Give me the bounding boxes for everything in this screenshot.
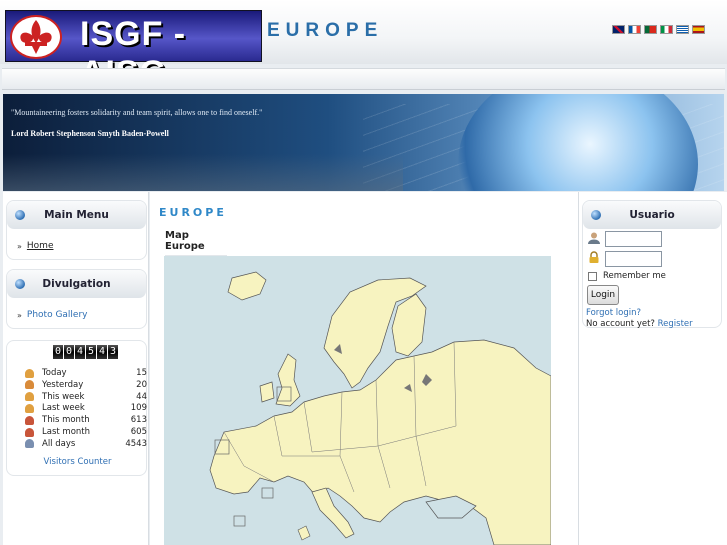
double-chevron-icon: »: [17, 241, 22, 251]
visitor-icon: [25, 439, 34, 449]
page: ISGF - AISG EUROPE "Mountaineering foste…: [0, 0, 727, 545]
europe-map[interactable]: [164, 256, 551, 545]
counter-label: Today: [42, 368, 67, 378]
remember-me-label: Remember me: [603, 271, 666, 281]
counter-digit: 4: [75, 345, 85, 359]
site-title: EUROPE: [267, 20, 384, 41]
divulgation-module: Divulgation » Photo Gallery: [6, 269, 147, 329]
bullet-ball-icon: [15, 279, 25, 289]
counter-label: Last week: [42, 403, 85, 414]
bullet-ball-icon: [591, 210, 601, 220]
user-icon: [588, 232, 600, 244]
visitor-icon: [25, 403, 34, 413]
bullet-ball-icon: [15, 210, 25, 220]
counter-row: This month 613: [25, 414, 147, 426]
counter-digit: 0: [64, 345, 74, 359]
left-sidebar: Main Menu » Home Divulgation » Photo Gal…: [3, 192, 149, 545]
remember-me[interactable]: Remember me: [588, 271, 666, 281]
menu-item-photo-gallery[interactable]: » Photo Gallery: [17, 310, 146, 320]
counter-row: Last month 605: [25, 426, 147, 438]
login-module: Usuario Remember me Login Forgot login? …: [582, 200, 722, 329]
counter-value: 109: [130, 403, 147, 414]
header: ISGF - AISG EUROPE: [0, 0, 727, 92]
counter-value: 44: [136, 391, 147, 402]
visitors-counter-module: 004543 Today 15 Yesterday 20 This week 44 Last…: [6, 340, 147, 476]
visitor-icon: [25, 415, 34, 425]
visitor-icon: [25, 380, 34, 390]
forgot-login-link[interactable]: Forgot login?: [586, 308, 641, 318]
login-title: Usuario: [629, 209, 675, 221]
no-account-text: No account yet?: [586, 319, 655, 329]
map-title: Map Europe: [165, 230, 227, 258]
page-title: EUROPE: [159, 206, 227, 219]
flag-es-icon[interactable]: [692, 25, 705, 34]
divulgation-title: Divulgation: [42, 278, 111, 290]
photo-gallery-link[interactable]: Photo Gallery: [27, 310, 88, 320]
counter-display: 004543: [53, 345, 118, 359]
flag-gr-icon[interactable]: [676, 25, 689, 34]
globe-image: [458, 94, 698, 191]
counter-label: All days: [42, 438, 76, 449]
home-link[interactable]: Home: [27, 241, 54, 251]
banner-quote: "Mountaineering fosters solidarity and t…: [11, 108, 263, 117]
counter-row: Last week 109: [25, 402, 147, 414]
counter-value: 20: [136, 379, 147, 390]
fleur-de-lis-logo-icon: [10, 15, 62, 59]
counter-label: Last month: [42, 427, 90, 437]
top-menu-bar: [2, 68, 725, 90]
counter-label: This month: [42, 415, 90, 426]
flag-pt-icon[interactable]: [644, 25, 657, 34]
counter-label: Yesterday: [42, 379, 84, 390]
menu-item-home[interactable]: » Home: [17, 241, 146, 251]
lock-icon: [588, 251, 600, 263]
counter-digit: 3: [108, 345, 118, 359]
europe-map-image: [164, 256, 551, 545]
counter-label: This week: [42, 391, 85, 402]
counter-row: All days 4543: [25, 438, 147, 450]
double-chevron-icon: »: [17, 310, 22, 320]
counter-digit: 4: [97, 345, 107, 359]
visitor-icon: [25, 427, 34, 437]
no-account-line: No account yet? Register: [586, 319, 693, 329]
counter-value: 613: [130, 415, 147, 426]
divulgation-header: Divulgation: [7, 270, 146, 298]
login-button[interactable]: Login: [587, 285, 619, 305]
counter-row: Yesterday 20: [25, 379, 147, 391]
counter-digit: 5: [86, 345, 96, 359]
flag-uk-icon[interactable]: [612, 25, 625, 34]
flag-fr-icon[interactable]: [628, 25, 641, 34]
main-menu-title: Main Menu: [44, 209, 109, 221]
language-selector: [612, 25, 705, 34]
logo[interactable]: ISGF - AISG: [5, 10, 262, 92]
counter-digit: 0: [53, 345, 63, 359]
main-content: EUROPE Map Europe: [150, 192, 578, 545]
counter-value: 4543: [125, 438, 147, 449]
counter-row: This week 44: [25, 391, 147, 403]
password-input[interactable]: [605, 251, 662, 267]
visitor-icon: [25, 368, 34, 378]
counter-row: Today 15: [25, 367, 147, 379]
username-input[interactable]: [605, 231, 662, 247]
remember-me-checkbox[interactable]: [588, 271, 597, 281]
counter-value: 15: [136, 368, 147, 378]
right-sidebar: Usuario Remember me Login Forgot login? …: [578, 192, 727, 545]
login-header: Usuario: [583, 201, 721, 229]
visitor-icon: [25, 392, 34, 402]
main-menu-header: Main Menu: [7, 201, 146, 229]
visitors-counter-link[interactable]: Visitors Counter: [7, 457, 148, 467]
banner: "Mountaineering fosters solidarity and t…: [3, 94, 724, 191]
banner-shade: [3, 154, 403, 191]
flag-it-icon[interactable]: [660, 25, 673, 34]
banner-author: Lord Robert Stephenson Smyth Baden-Powel…: [11, 129, 169, 138]
register-link[interactable]: Register: [658, 319, 693, 329]
counter-value: 605: [130, 427, 147, 437]
main-menu-module: Main Menu » Home: [6, 200, 147, 260]
